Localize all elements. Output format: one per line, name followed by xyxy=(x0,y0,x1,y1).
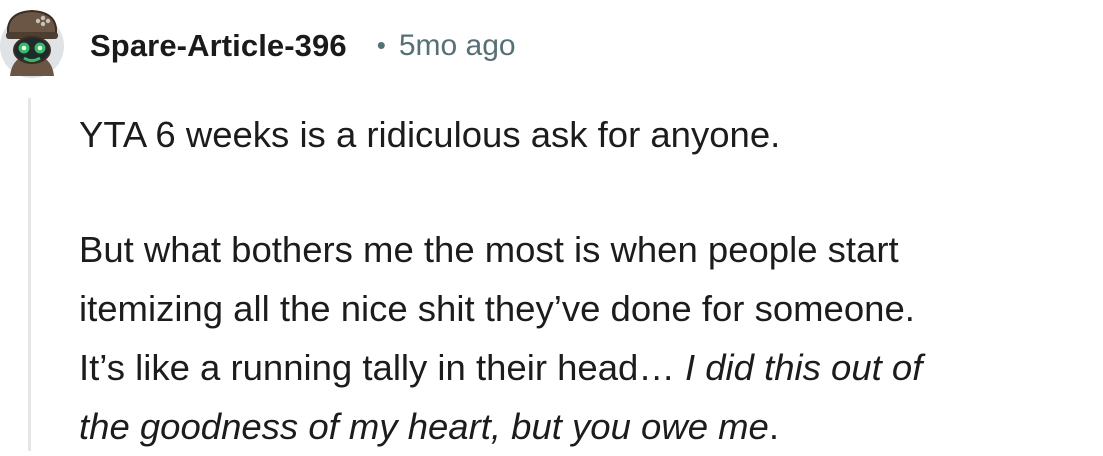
comment-paragraph-1: YTA 6 weeks is a ridiculous ask for anyo… xyxy=(79,114,781,155)
meta-separator: • xyxy=(376,29,386,60)
comment-timestamp[interactable]: 5mo ago xyxy=(399,29,516,63)
comment-header: Spare-Article-396 • 5mo ago xyxy=(90,22,516,70)
comment-paragraph-2-line-2: itemizing all the nice shit they’ve done… xyxy=(79,288,915,329)
comment-paragraph-2-line-1: But what bothers me the most is when peo… xyxy=(79,229,899,270)
comment-text-italic: I did this out of xyxy=(684,347,923,388)
author-username[interactable]: Spare-Article-396 xyxy=(90,28,347,64)
comment-paragraph-2-line-4: the goodness of my heart, but you owe me… xyxy=(79,397,1099,456)
robot-avatar-icon[interactable] xyxy=(0,6,64,82)
thread-line[interactable] xyxy=(28,98,31,451)
comment-text-plain: It’s like a running tally in their head… xyxy=(79,347,685,388)
comment: Spare-Article-396 • 5mo ago YTA 6 weeks … xyxy=(0,0,1103,451)
comment-paragraph-2-line-3: It’s like a running tally in their head…… xyxy=(79,338,1099,397)
comment-body: YTA 6 weeks is a ridiculous ask for anyo… xyxy=(79,105,1099,456)
comment-text-italic: the goodness of my heart, but you owe me xyxy=(79,406,769,447)
comment-text-period: . xyxy=(768,406,780,447)
